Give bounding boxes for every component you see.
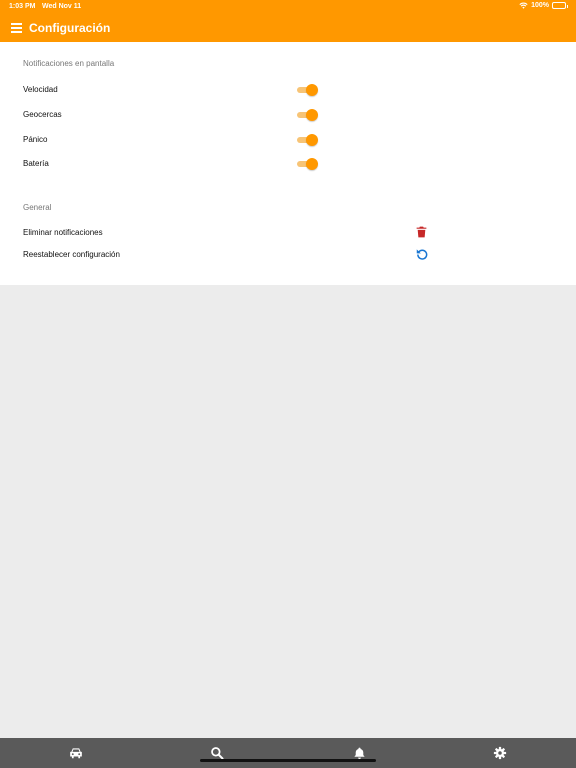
battery-percent: 100% — [531, 2, 549, 9]
reset-settings-label[interactable]: Reestablecer configuración — [23, 250, 120, 259]
tab-notifications[interactable] — [344, 738, 374, 768]
toggle-geocercas[interactable] — [296, 109, 318, 121]
reset-icon[interactable] — [415, 247, 429, 261]
tab-settings[interactable] — [485, 738, 515, 768]
bottom-tab-bar — [0, 738, 576, 768]
notifications-section-title: Notificaciones en pantalla — [23, 59, 115, 68]
toggle-bateria[interactable] — [296, 158, 318, 170]
settings-panel: Notificaciones en pantalla Velocidad Geo… — [0, 42, 576, 285]
status-time: 1:03 PM — [9, 3, 36, 10]
setting-label-velocidad: Velocidad — [23, 85, 58, 94]
general-section-title: General — [23, 203, 52, 212]
trash-icon[interactable] — [415, 225, 428, 239]
page-title: Configuración — [29, 21, 111, 35]
status-date: Wed Nov 11 — [42, 3, 82, 10]
wifi-icon — [519, 2, 528, 9]
battery-icon — [552, 2, 568, 9]
tab-search[interactable] — [202, 738, 232, 768]
setting-label-panico: Pánico — [23, 135, 48, 144]
toggle-panico[interactable] — [296, 134, 318, 146]
car-icon — [70, 748, 82, 759]
app-header: 1:03 PM Wed Nov 11 100% Configuración — [0, 0, 576, 42]
bell-icon — [354, 747, 364, 759]
home-indicator — [200, 759, 376, 762]
gear-icon — [493, 746, 507, 760]
setting-label-geocercas: Geocercas — [23, 110, 62, 119]
delete-notifications-label[interactable]: Eliminar notificaciones — [23, 228, 103, 237]
status-right: 100% — [519, 2, 568, 9]
toggle-velocidad[interactable] — [296, 84, 318, 96]
tab-vehicles[interactable] — [61, 738, 91, 768]
search-icon — [211, 747, 224, 760]
setting-label-bateria: Batería — [23, 159, 49, 168]
menu-icon[interactable] — [11, 23, 22, 33]
